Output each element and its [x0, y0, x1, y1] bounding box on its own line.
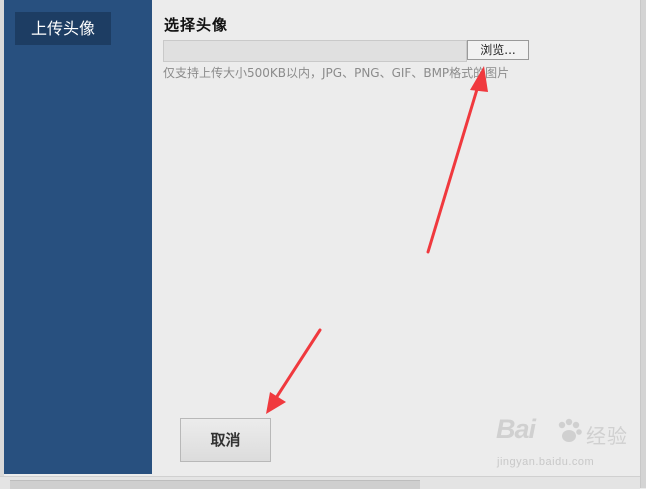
window-frame-right [640, 0, 646, 488]
watermark-logo-text: Bai [496, 414, 536, 444]
cancel-button[interactable]: 取消 [180, 418, 271, 462]
upload-hint-text: 仅支持上传大小500KB以内，JPG、PNG、GIF、BMP格式的图片 [163, 66, 510, 80]
sidebar: 上传头像 [4, 0, 152, 474]
file-path-input[interactable] [163, 40, 467, 62]
section-title: 选择头像 [164, 16, 229, 34]
watermark-brand: 经验 [586, 424, 628, 448]
arrow-to-cancel-button [266, 328, 322, 414]
watermark-url: jingyan.baidu.com [497, 456, 595, 468]
sidebar-tab-upload-avatar[interactable]: 上传头像 [15, 12, 111, 45]
arrow-to-browse-button [426, 66, 488, 254]
baidu-jingyan-watermark: Bai 经验 jingyan.baidu.com [496, 414, 636, 470]
browse-button[interactable]: 浏览... [467, 40, 529, 60]
paw-icon [558, 418, 582, 442]
